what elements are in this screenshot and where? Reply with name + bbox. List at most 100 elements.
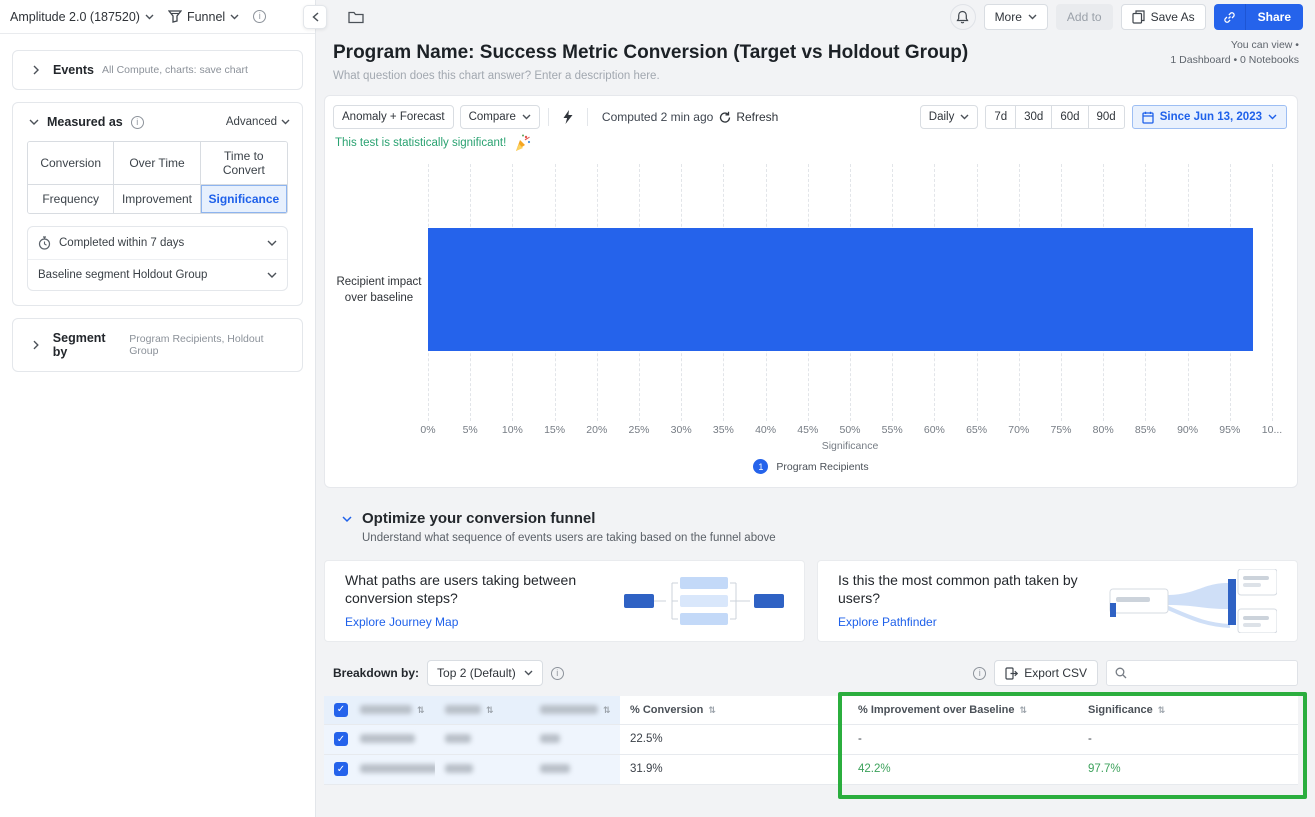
significance-cell: 97.7%	[1078, 754, 1298, 784]
table-row[interactable]: ✓ 22.5% - -	[324, 724, 1298, 754]
folder-icon[interactable]	[348, 10, 364, 24]
measure-option-conversion[interactable]: Conversion	[28, 142, 114, 185]
advanced-dropdown[interactable]: Advanced	[226, 116, 290, 128]
x-tick-label: 70%	[1008, 424, 1029, 436]
select-all-checkbox[interactable]: ✓	[334, 703, 348, 717]
measure-option-significance[interactable]: Significance	[201, 185, 287, 213]
funnel-icon	[168, 10, 182, 23]
more-button[interactable]: More	[984, 4, 1048, 30]
optimize-title: Optimize your conversion funnel	[362, 510, 776, 527]
x-tick-label: 65%	[966, 424, 987, 436]
row-checkbox[interactable]: ✓	[334, 762, 348, 776]
segment-by-panel[interactable]: Segment by Program Recipients, Holdout G…	[12, 318, 303, 372]
x-tick-label: 50%	[839, 424, 860, 436]
info-icon[interactable]: i	[973, 667, 986, 680]
range-7d-button[interactable]: 7d	[985, 105, 1015, 129]
events-summary: All Compute, charts: save chart	[102, 64, 248, 76]
measure-option-improvement[interactable]: Improvement	[114, 185, 200, 213]
party-popper-icon	[512, 133, 532, 153]
x-tick-label: 75%	[1050, 424, 1071, 436]
chevron-down-icon	[267, 272, 277, 278]
legend-series-label: Program Recipients	[776, 461, 868, 473]
breakdown-bar: Breakdown by: Top 2 (Default) i i Export…	[333, 660, 1298, 686]
info-icon[interactable]: i	[551, 667, 564, 680]
x-tick-label: 80%	[1093, 424, 1114, 436]
usage-text: 1 Dashboard • 0 Notebooks	[1170, 53, 1299, 68]
share-button[interactable]: Share	[1246, 4, 1303, 30]
x-tick-label: 5%	[463, 424, 478, 436]
measure-option-over-time[interactable]: Over Time	[114, 142, 200, 185]
chart-legend[interactable]: 1 Program Recipients	[325, 459, 1297, 474]
table-search[interactable]	[1106, 660, 1298, 686]
y-axis-label: Recipient impact over baseline	[335, 274, 423, 306]
copy-link-button[interactable]	[1214, 4, 1246, 30]
page-description-placeholder[interactable]: What question does this chart answer? En…	[333, 70, 1315, 82]
gridline	[1272, 164, 1273, 421]
notifications-button[interactable]	[950, 4, 976, 30]
quick-insights-button[interactable]	[557, 108, 579, 126]
significance-bar[interactable]	[428, 228, 1253, 351]
date-range-button[interactable]: Since Jun 13, 2023	[1132, 105, 1287, 129]
count-column-header[interactable]: ⇅	[435, 696, 530, 724]
explore-journey-map-link[interactable]: Explore Journey Map	[345, 615, 458, 629]
chevron-down-icon	[960, 114, 969, 120]
improvement-column-header[interactable]: % Improvement over Baseline⇅	[848, 696, 1078, 724]
table-row[interactable]: ✓ 31.9% 42.2% 97.7%	[324, 754, 1298, 784]
row-checkbox[interactable]: ✓	[334, 732, 348, 746]
measure-option-time-to-convert[interactable]: Time to Convert	[201, 142, 287, 185]
baseline-segment-row[interactable]: Baseline segment Holdout Group	[28, 259, 287, 290]
measure-option-frequency[interactable]: Frequency	[28, 185, 114, 213]
save-as-button[interactable]: Save As	[1121, 4, 1206, 30]
chart-type-selector[interactable]: Funnel	[168, 10, 239, 24]
search-input[interactable]	[1133, 666, 1289, 680]
breakdown-selector[interactable]: Top 2 (Default)	[427, 660, 543, 686]
chevron-down-icon	[281, 119, 290, 125]
blurred-text	[540, 705, 598, 714]
range-90d-button[interactable]: 90d	[1088, 105, 1125, 129]
export-csv-button[interactable]: Export CSV	[994, 660, 1098, 686]
copy-icon	[1132, 10, 1145, 24]
pct-conversion-column-header[interactable]: % Conversion⇅	[620, 696, 848, 724]
compare-button[interactable]: Compare	[460, 105, 540, 129]
workspace-name: Amplitude 2.0 (187520)	[10, 10, 140, 24]
pathfinder-card[interactable]: Is this the most common path taken by us…	[817, 560, 1298, 642]
sidebar-collapse-button[interactable]	[303, 5, 327, 29]
count-cell-blurred	[435, 754, 530, 784]
granularity-dropdown[interactable]: Daily	[920, 105, 979, 129]
improvement-cell: -	[848, 724, 1078, 754]
computed-timestamp: Computed 2 min ago	[602, 110, 713, 124]
page-title[interactable]: Program Name: Success Metric Conversion …	[333, 42, 1303, 64]
x-tick-label: 55%	[882, 424, 903, 436]
lightning-icon	[563, 110, 573, 124]
x-tick-label: 0%	[420, 424, 435, 436]
journey-map-card[interactable]: What paths are users taking between conv…	[324, 560, 805, 642]
info-icon[interactable]: i	[131, 116, 144, 129]
chevron-left-icon	[312, 12, 319, 22]
main-content: More Add to Save As Share You can view •	[316, 0, 1315, 817]
measured-as-header[interactable]: Measured as i Advanced	[13, 103, 302, 141]
completed-within-row[interactable]: Completed within 7 days	[28, 227, 287, 259]
info-icon[interactable]: i	[253, 10, 266, 23]
x-tick-label: 45%	[797, 424, 818, 436]
refresh-button[interactable]: Refresh	[719, 110, 778, 124]
conversion-cell-blurred	[530, 754, 620, 784]
range-60d-button[interactable]: 60d	[1051, 105, 1087, 129]
segment-column-header[interactable]: ⇅	[350, 696, 435, 724]
x-ticks: 0%5%10%15%20%25%30%35%40%45%50%55%60%65%…	[428, 424, 1272, 438]
chart-card: Anomaly + Forecast Compare Computed 2 mi…	[324, 95, 1298, 488]
workspace-selector[interactable]: Amplitude 2.0 (187520)	[10, 10, 154, 24]
conversion-column-header[interactable]: ⇅	[530, 696, 620, 724]
range-30d-button[interactable]: 30d	[1015, 105, 1051, 129]
divider	[548, 108, 549, 126]
significance-column-header[interactable]: Significance⇅	[1078, 696, 1298, 724]
anomaly-forecast-button[interactable]: Anomaly + Forecast	[333, 105, 454, 129]
divider	[587, 108, 588, 126]
add-to-button[interactable]: Add to	[1056, 4, 1113, 30]
improvement-cell: 42.2%	[848, 754, 1078, 784]
events-panel[interactable]: Events All Compute, charts: save chart	[12, 50, 303, 90]
chevron-down-icon[interactable]	[342, 516, 352, 523]
explore-pathfinder-link[interactable]: Explore Pathfinder	[838, 615, 937, 629]
optimize-cards: What paths are users taking between conv…	[324, 560, 1298, 642]
measured-as-title: Measured as	[47, 115, 123, 129]
sort-icon: ⇅	[1020, 705, 1028, 715]
